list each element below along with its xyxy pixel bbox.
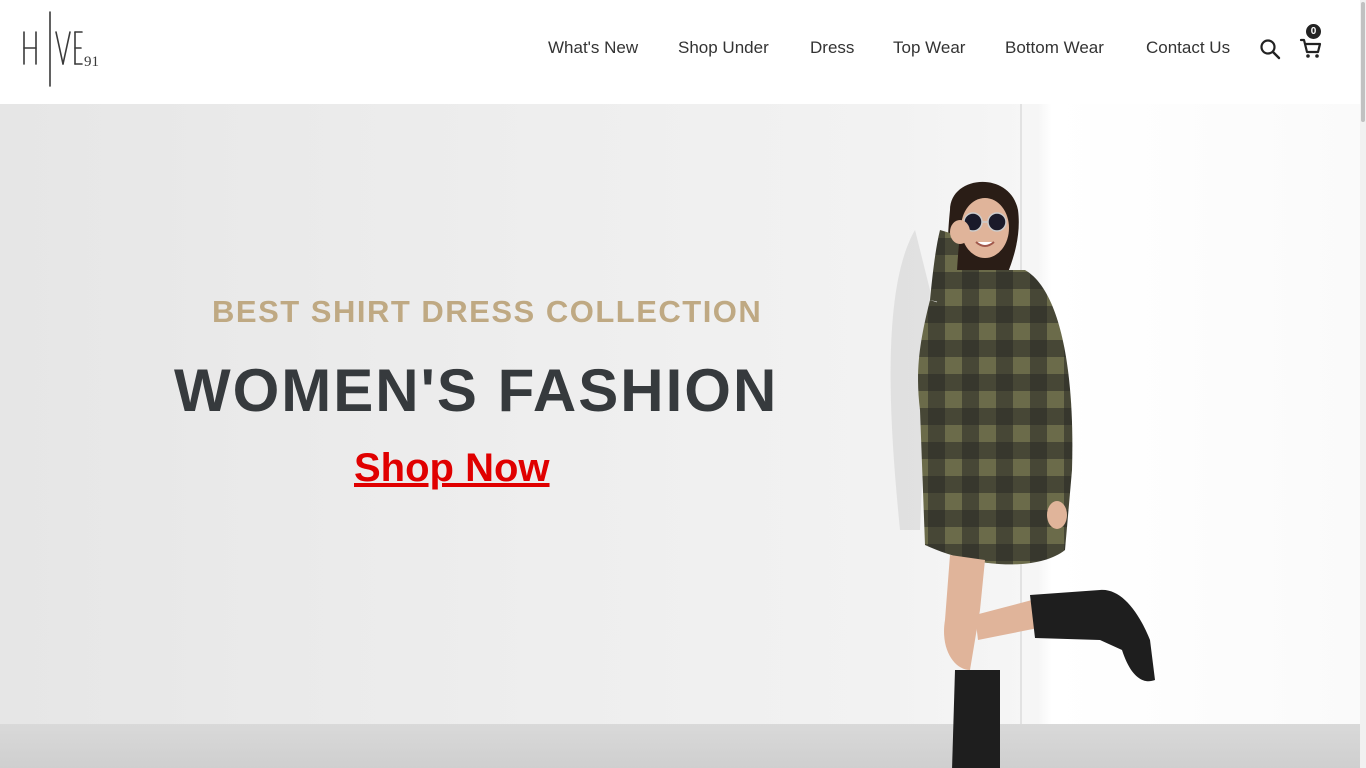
scrollbar-thumb[interactable] [1361, 2, 1365, 122]
site-header: 91 What's New Shop Under Dress Top Wear … [0, 0, 1366, 104]
cart-count-badge: 0 [1306, 24, 1321, 39]
nav-item-top-wear[interactable]: Top Wear [893, 36, 965, 60]
main-nav: What's New Shop Under Dress Top Wear Bot… [0, 36, 1366, 62]
nav-item-shop-under[interactable]: Shop Under [678, 36, 769, 60]
nav-item-contact-us[interactable]: Contact Us [1146, 36, 1230, 60]
hero-banner: BEST SHIRT DRESS COLLECTION WOMEN'S FASH… [0, 104, 1366, 768]
search-icon[interactable] [1259, 38, 1281, 60]
shop-now-link[interactable]: Shop Now [354, 446, 550, 491]
nav-item-dress[interactable]: Dress [810, 36, 854, 60]
nav-item-whats-new[interactable]: What's New [548, 36, 638, 60]
hero-model-image [890, 181, 1155, 768]
nav-item-bottom-wear[interactable]: Bottom Wear [1005, 36, 1104, 60]
page-scrollbar[interactable] [1360, 0, 1366, 768]
hero-title: WOMEN'S FASHION [174, 357, 779, 424]
hero-subtitle: BEST SHIRT DRESS COLLECTION [212, 294, 763, 329]
cart-icon[interactable] [1299, 36, 1323, 60]
